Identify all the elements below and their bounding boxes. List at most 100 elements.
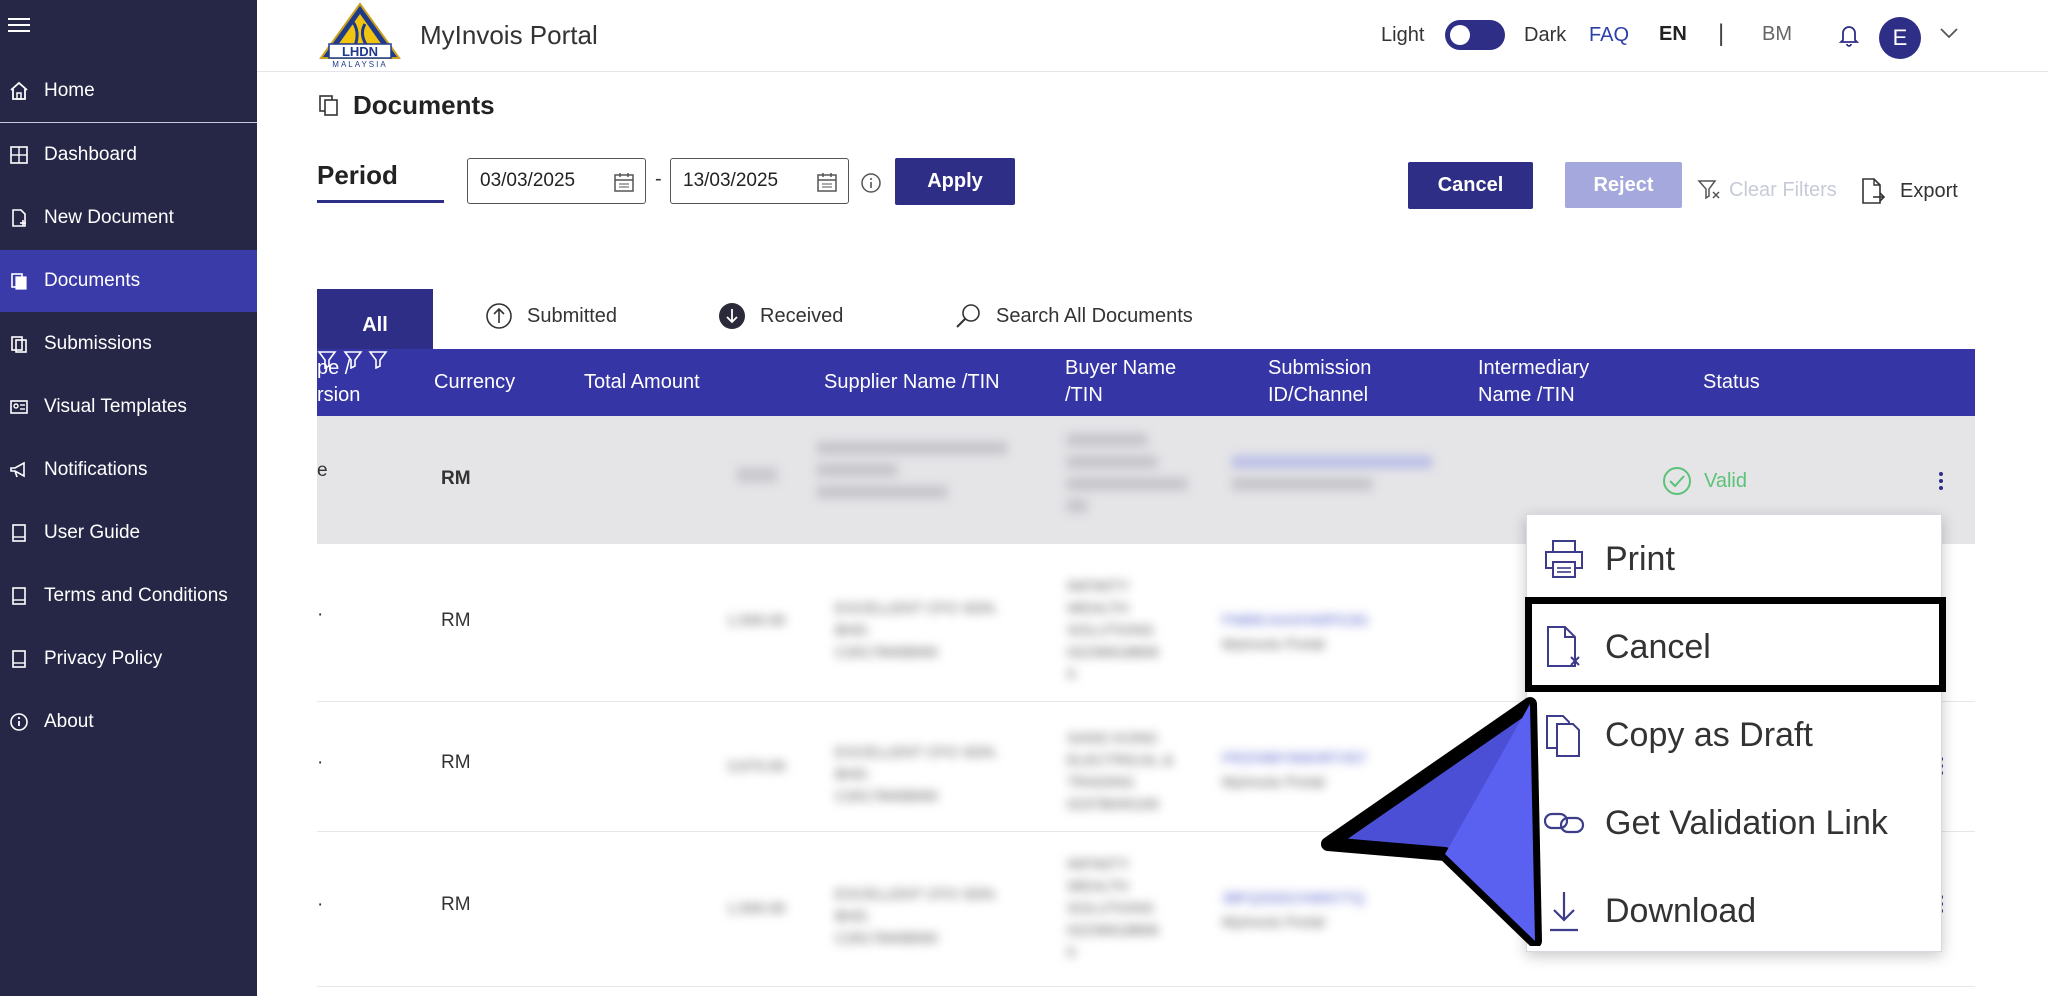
chevron-down-icon[interactable] [1939, 26, 1959, 40]
arrow-down-circle-icon [718, 302, 746, 330]
date-to-input[interactable]: 13/03/2025 [670, 158, 849, 204]
column-header-buyer[interactable]: Buyer Name /TIN [1065, 355, 1176, 409]
book-icon [8, 522, 30, 544]
info-icon[interactable] [860, 172, 882, 194]
sidebar-item-new-document[interactable]: New Document [0, 187, 257, 249]
theme-light-label: Light [1381, 24, 1425, 46]
row-actions-kebab-icon[interactable] [1937, 469, 1945, 495]
arrow-up-circle-icon [485, 302, 513, 330]
avatar[interactable]: E [1879, 17, 1921, 59]
buyer-cell: SANG KONG ELECTRICAL & TRADING 023780451… [1067, 730, 1174, 813]
supplier-cell-blurred [817, 464, 897, 476]
column-header-total-amount[interactable]: Total Amount [584, 369, 700, 396]
menu-item-print[interactable]: Print [1527, 515, 1943, 603]
sidebar-item-dashboard[interactable]: Dashboard [0, 124, 257, 186]
reject-button[interactable]: Reject [1565, 162, 1682, 208]
home-icon [8, 80, 30, 102]
book-icon [8, 585, 30, 607]
menu-item-label: Print [1605, 539, 1675, 578]
dashboard-icon [8, 144, 30, 166]
clear-filter-icon [1697, 178, 1721, 202]
column-header-intermediary[interactable]: Intermediary Name /TIN [1478, 355, 1589, 409]
apply-button[interactable]: Apply [895, 158, 1015, 205]
logo-sub: MALAYSIA [332, 60, 387, 68]
sidebar-item-label: Visual Templates [44, 396, 187, 417]
export-label: Export [1900, 179, 1958, 202]
sidebar-item-label: Terms and Conditions [44, 585, 228, 606]
channel-cell: MyInvois Portal [1222, 636, 1325, 653]
export-button[interactable]: Export [1860, 177, 1958, 205]
menu-item-download[interactable]: Download [1527, 867, 1943, 955]
cancel-document-icon [1543, 624, 1585, 670]
info-icon [8, 711, 30, 733]
currency-cell: RM [441, 468, 471, 489]
app-title: MyInvois Portal [420, 20, 598, 50]
tab-submitted[interactable]: Submitted [485, 302, 617, 330]
sidebar-item-privacy-policy[interactable]: Privacy Policy [0, 628, 257, 690]
tab-all[interactable]: All [317, 289, 433, 349]
supplier-cell-blurred [817, 442, 1007, 454]
sidebar-item-label: Submissions [44, 333, 152, 354]
visual-templates-icon [8, 396, 30, 418]
calendar-icon[interactable] [613, 171, 635, 193]
sidebar-item-label: User Guide [44, 522, 141, 543]
date-from-input[interactable]: 03/03/2025 [467, 158, 646, 204]
supplier-cell: EXCELLENT CFO SDN. BHD. C26178408000 [835, 600, 999, 661]
amount-cell-blurred [737, 468, 777, 482]
faq-link[interactable]: FAQ [1589, 24, 1629, 47]
sidebar-item-notifications[interactable]: Notifications [0, 439, 257, 501]
column-header-currency[interactable]: Currency [434, 369, 515, 396]
menu-item-copy-as-draft[interactable]: Copy as Draft [1527, 691, 1943, 779]
sidebar-item-label: Documents [44, 270, 141, 291]
lang-en-button[interactable]: EN [1659, 23, 1687, 46]
page-heading: Documents [317, 90, 495, 121]
status-label: Valid [1704, 469, 1747, 492]
tab-received[interactable]: Received [718, 302, 843, 330]
check-circle-icon [1662, 466, 1692, 496]
column-header-status[interactable]: Status [1703, 369, 1760, 396]
calendar-icon[interactable] [816, 171, 838, 193]
sidebar-item-terms[interactable]: Terms and Conditions [0, 565, 257, 627]
sidebar-item-visual-templates[interactable]: Visual Templates [0, 376, 257, 438]
column-header-supplier[interactable]: Supplier Name /TIN [824, 369, 1000, 396]
buyer-cell: INFINITY WEALTH SOLUTIONS 02236618806 0 [1067, 856, 1159, 961]
tab-search-all-documents[interactable]: Search All Documents [954, 302, 1193, 330]
hamburger-menu-icon[interactable] [8, 14, 30, 36]
menu-item-get-validation-link[interactable]: Get Validation Link [1527, 779, 1943, 867]
theme-toggle[interactable] [1445, 20, 1505, 50]
currency-cell: RM [441, 610, 471, 631]
date-to-value: 13/03/2025 [683, 170, 779, 191]
channel-cell: MyInvois Portal [1222, 914, 1325, 931]
bell-icon[interactable] [1837, 22, 1861, 48]
sidebar-item-documents[interactable]: Documents [0, 250, 257, 312]
menu-item-cancel[interactable]: Cancel [1527, 603, 1943, 691]
type-cell: e [317, 460, 328, 481]
submission-cell-blurred[interactable] [1232, 456, 1432, 468]
sidebar-item-home[interactable]: Home [0, 60, 257, 122]
cancel-button[interactable]: Cancel [1408, 162, 1533, 209]
supplier-cell: EXCELLENT CFO SDN. BHD. C26178408000 [835, 886, 999, 947]
sidebar-item-user-guide[interactable]: User Guide [0, 502, 257, 564]
lang-bm-button[interactable]: BM [1762, 23, 1792, 46]
clear-filters-label: Clear Filters [1729, 178, 1837, 201]
column-header-type-version[interactable]: pe / rsion [317, 355, 377, 409]
documents-icon [317, 94, 341, 118]
sidebar-item-about[interactable]: About [0, 691, 257, 753]
column-header-submission[interactable]: Submission ID/Channel [1268, 355, 1371, 409]
sidebar-item-label: Dashboard [44, 144, 137, 165]
buyer-cell-blurred [1067, 478, 1187, 490]
channel-cell-blurred [1232, 478, 1372, 490]
type-cell: · [317, 752, 324, 773]
clear-filters-button[interactable]: Clear Filters [1697, 178, 1837, 202]
submission-id-link[interactable]: FN89CAAXH40PG3G [1222, 610, 1369, 632]
lhdn-logo[interactable]: LHDN MALAYSIA [315, 2, 405, 69]
channel-cell: MyInvois Portal [1222, 774, 1325, 791]
period-label: Period [317, 160, 398, 190]
currency-cell: RM [441, 894, 471, 915]
copy-icon [1543, 712, 1585, 758]
documents-icon [8, 270, 30, 292]
sidebar-item-submissions[interactable]: Submissions [0, 313, 257, 375]
amount-cell: 1,500.00 [727, 900, 786, 917]
toggle-knob [1450, 25, 1470, 45]
supplier-cell-blurred [817, 486, 947, 498]
